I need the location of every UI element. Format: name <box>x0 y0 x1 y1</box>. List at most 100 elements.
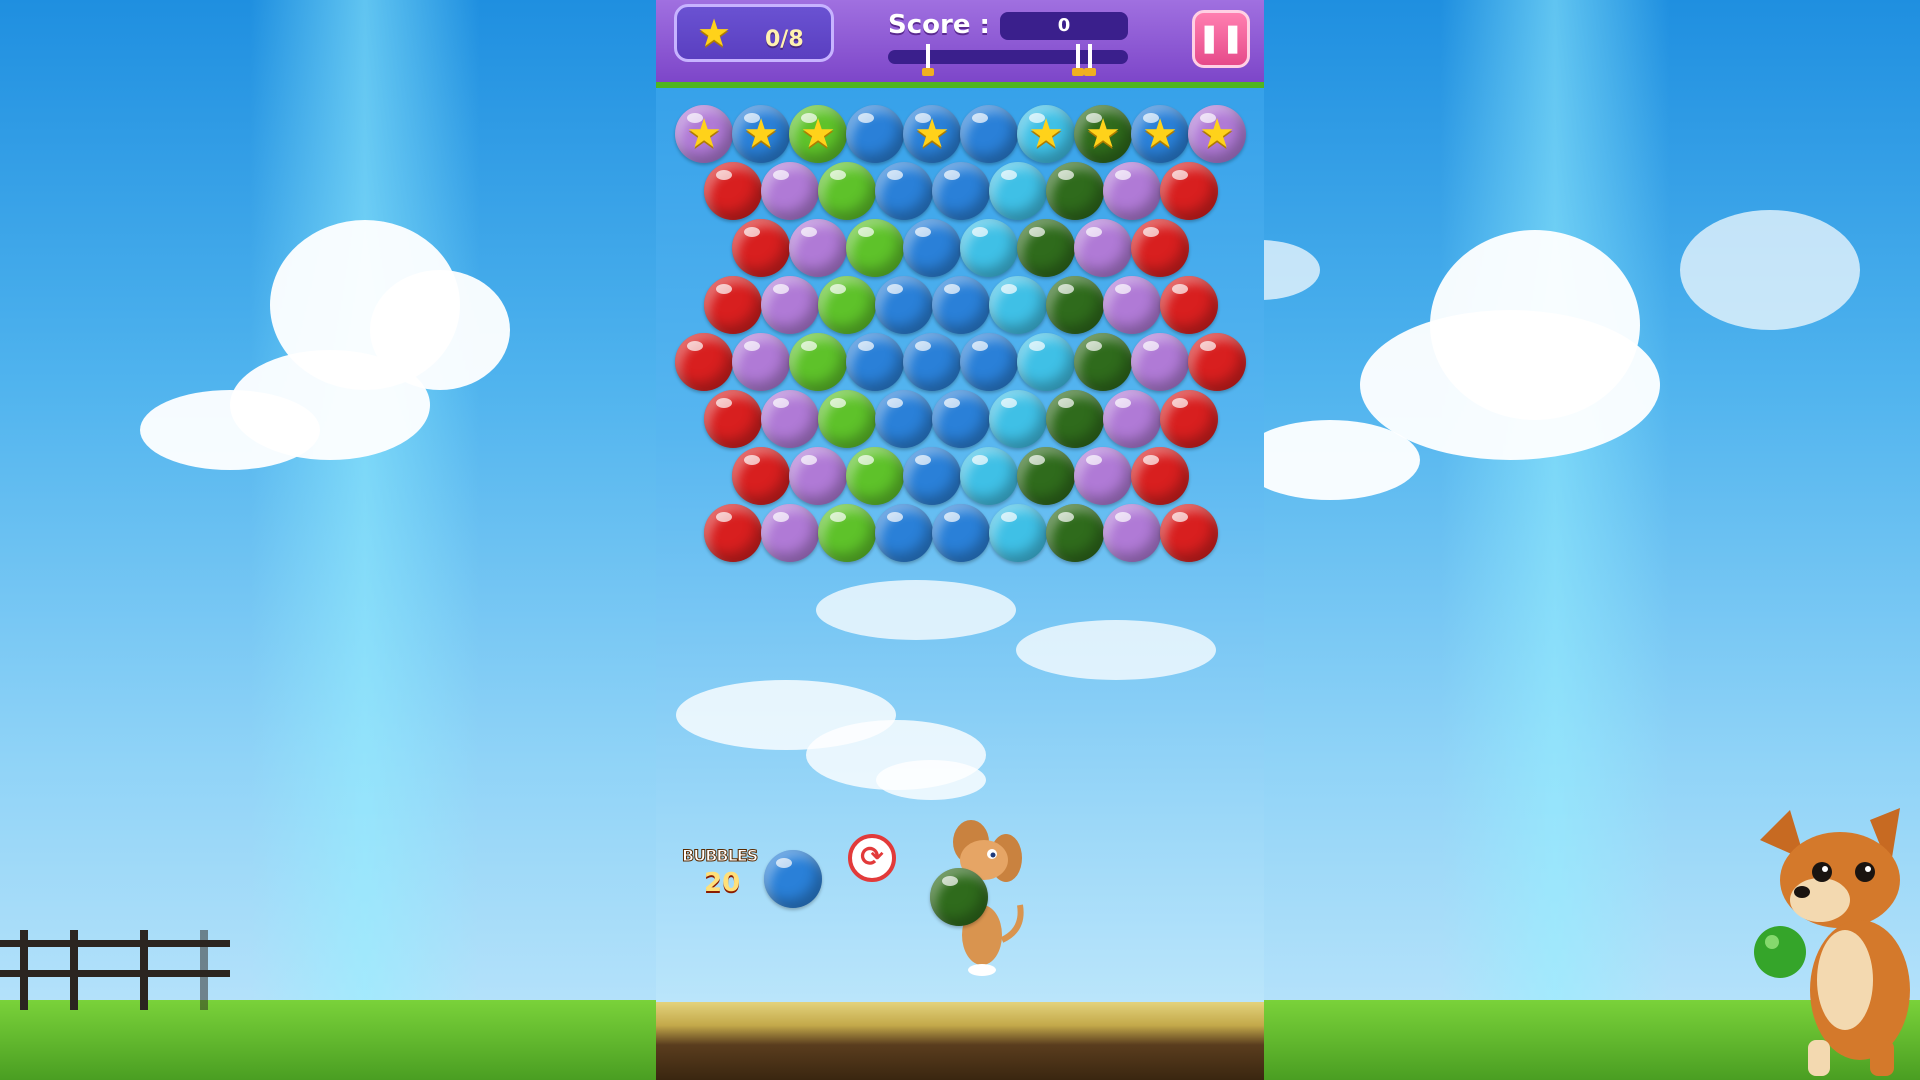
pause-button[interactable]: ❚❚ <box>1192 10 1250 68</box>
score-progress-bar <box>888 44 1128 76</box>
score-value: 0 <box>1000 12 1128 40</box>
game-ground <box>656 1002 1264 1080</box>
bubble-darkgreen <box>1074 333 1132 391</box>
star-icon: ★ <box>697 11 732 55</box>
bubble <box>960 105 1018 163</box>
bubble-blue <box>960 333 1018 391</box>
bubble-darkgreen <box>1017 219 1075 277</box>
bubble-purple <box>1103 390 1161 448</box>
bubble-blue <box>875 276 933 334</box>
swap-bubble-button[interactable]: ⟳ <box>848 834 896 882</box>
bubble-lime <box>818 390 876 448</box>
bubble-purple <box>1074 447 1132 505</box>
bubble-darkgreen <box>1046 390 1104 448</box>
bubble-purple <box>761 390 819 448</box>
bubble-red <box>704 504 762 562</box>
top-bar: ★ 0/8 Score : 0 ❚❚ <box>656 0 1264 88</box>
star-bubble: ★ <box>903 105 961 163</box>
bubble-purple <box>732 333 790 391</box>
star-icon: ★ <box>1199 111 1235 157</box>
bubble-blue <box>846 333 904 391</box>
star-icon: ★ <box>1028 111 1064 157</box>
bubble-darkgreen <box>1046 276 1104 334</box>
score-label: Score : <box>888 10 990 40</box>
bubbles-remaining: 20 <box>704 868 741 898</box>
shooter-area[interactable]: BUBBLES 20 ⟳ <box>656 820 1264 980</box>
bubble-red <box>704 162 762 220</box>
bubble <box>846 105 904 163</box>
current-bubble[interactable] <box>930 868 988 926</box>
bubble-lime <box>846 219 904 277</box>
bubble-blue <box>875 162 933 220</box>
star-counter: ★ 0/8 <box>674 4 834 62</box>
bubble-red <box>704 390 762 448</box>
bubble-lime <box>846 447 904 505</box>
game-area[interactable]: ★ 0/8 Score : 0 ❚❚ ★ ★ ★ ★ ★ ★ ★ ★ BUBBLES 20 ⟳ <box>656 0 1264 1080</box>
bubble-blue <box>932 276 990 334</box>
bubble-cyan <box>989 504 1047 562</box>
star-bubble: ★ <box>789 105 847 163</box>
bubble-cyan <box>989 162 1047 220</box>
bubble-purple <box>789 447 847 505</box>
bubble-red <box>1131 219 1189 277</box>
bubble-purple <box>1103 276 1161 334</box>
swap-icon: ⟳ <box>860 840 884 873</box>
next-bubble[interactable] <box>764 850 822 908</box>
bubble-red <box>675 333 733 391</box>
bubble-purple <box>761 276 819 334</box>
bubble-red <box>1160 276 1218 334</box>
bubble-red <box>732 219 790 277</box>
background-ground-left <box>0 1000 656 1080</box>
bubble-blue <box>932 390 990 448</box>
star-bubble: ★ <box>732 105 790 163</box>
star-icon: ★ <box>1085 111 1121 157</box>
bubble-purple <box>1103 162 1161 220</box>
bubble-lime <box>789 333 847 391</box>
bubble-red <box>1160 504 1218 562</box>
bubble-lime <box>818 504 876 562</box>
bubble-purple <box>1103 504 1161 562</box>
bubble-blue <box>903 219 961 277</box>
bubble-cyan <box>1017 333 1075 391</box>
fence <box>0 920 230 1010</box>
bubble-blue <box>875 390 933 448</box>
bubble-blue <box>903 333 961 391</box>
star-icon: ★ <box>743 111 779 157</box>
star-bubble: ★ <box>1188 105 1246 163</box>
bubble-red <box>1160 162 1218 220</box>
bubble-cyan <box>989 276 1047 334</box>
bubble-red <box>732 447 790 505</box>
bubble-lime <box>818 162 876 220</box>
star-icon: ★ <box>800 111 836 157</box>
bubble-red <box>1131 447 1189 505</box>
bubble-purple <box>1074 219 1132 277</box>
bubble-darkgreen <box>1046 162 1104 220</box>
dog-mascot <box>1754 808 1910 1076</box>
bubble-cyan <box>960 219 1018 277</box>
bubble-red <box>1188 333 1246 391</box>
bubble-cyan <box>989 390 1047 448</box>
background-glow-right <box>1440 0 1670 1010</box>
star-bubble: ★ <box>1074 105 1132 163</box>
star-bubble: ★ <box>675 105 733 163</box>
star-bubble: ★ <box>1131 105 1189 163</box>
star-count: 0/8 <box>765 27 804 52</box>
bubble-purple <box>1131 333 1189 391</box>
bubble-blue <box>932 162 990 220</box>
bubble-lime <box>818 276 876 334</box>
bubble-blue <box>903 447 961 505</box>
pause-icon: ❚❚ <box>1197 21 1245 54</box>
star-icon: ★ <box>914 111 950 157</box>
bubble-blue <box>875 504 933 562</box>
star-icon: ★ <box>686 111 722 157</box>
bubble-purple <box>761 162 819 220</box>
bubbles-label: BUBBLES <box>681 846 758 866</box>
bubble-darkgreen <box>1017 447 1075 505</box>
bubble-purple <box>789 219 847 277</box>
progress-star-marker <box>1084 44 1096 76</box>
bubble-darkgreen <box>1046 504 1104 562</box>
bubble-cyan <box>960 447 1018 505</box>
bubble-blue <box>932 504 990 562</box>
star-bubble: ★ <box>1017 105 1075 163</box>
star-icon: ★ <box>1142 111 1178 157</box>
